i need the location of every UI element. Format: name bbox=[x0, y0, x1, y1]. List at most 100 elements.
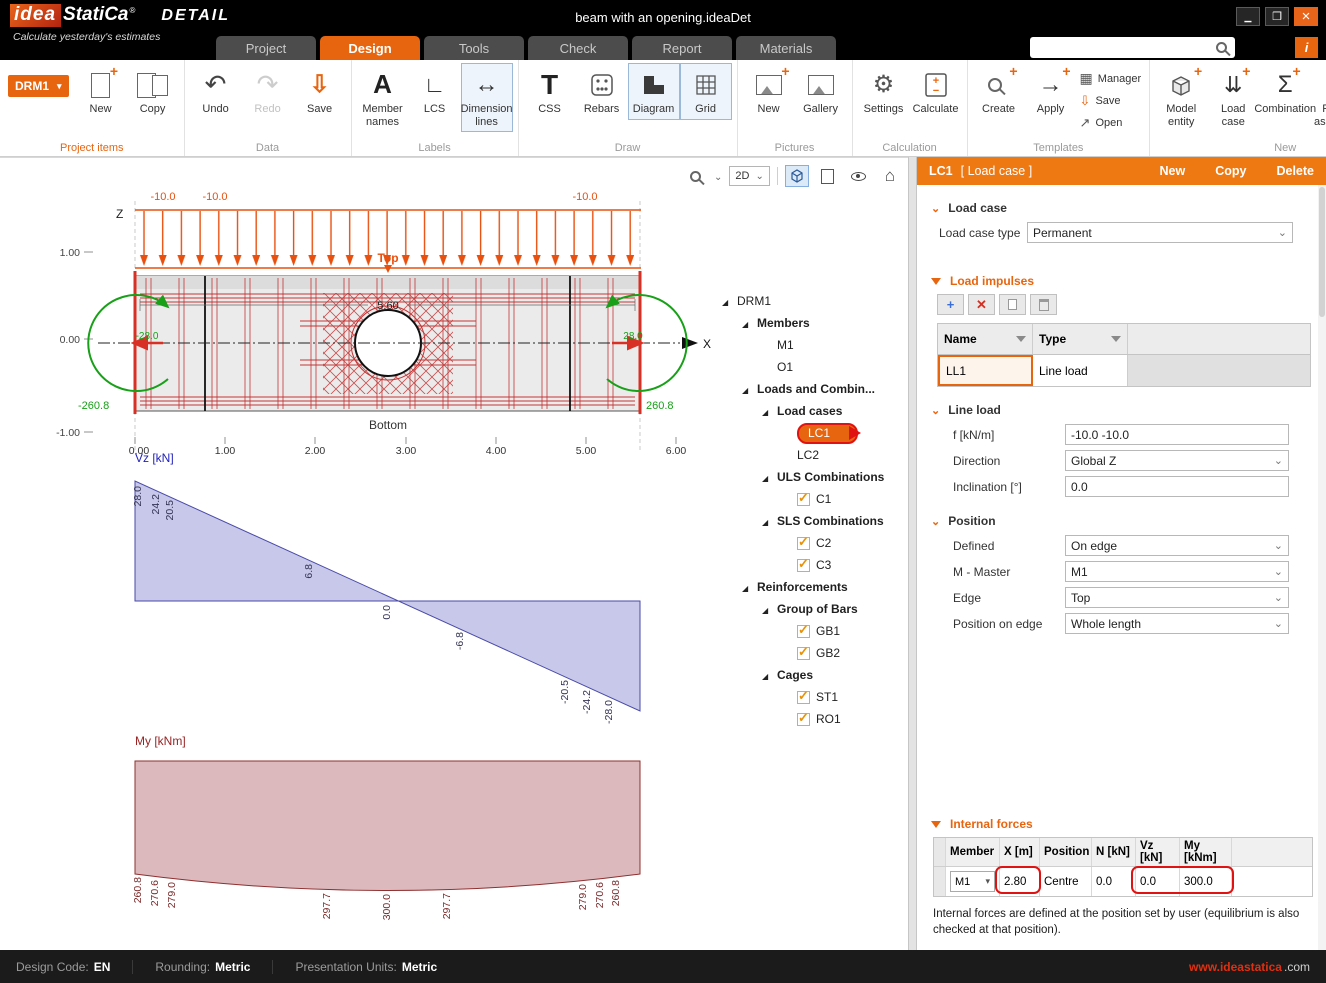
axonometry-view-button[interactable] bbox=[785, 165, 809, 187]
tree-item-gb1[interactable]: GB1 bbox=[722, 620, 884, 642]
apply-template-button[interactable]: Apply bbox=[1025, 63, 1077, 120]
expander-icon[interactable] bbox=[742, 316, 757, 330]
tree-item-cages[interactable]: Cages bbox=[722, 664, 884, 686]
position-on-edge-select[interactable]: Whole length bbox=[1065, 613, 1289, 634]
website-link[interactable]: www.ideastatica .com bbox=[1189, 960, 1310, 974]
tree-item-c2[interactable]: C2 bbox=[722, 532, 884, 554]
checkbox-checked[interactable] bbox=[797, 537, 810, 550]
section-load-case[interactable]: Load case bbox=[931, 201, 1326, 215]
n-force-cell[interactable]: 0.0 bbox=[1092, 867, 1136, 896]
zoom-tool-button[interactable] bbox=[683, 165, 707, 187]
redo-button[interactable]: Redo bbox=[242, 63, 294, 120]
css-button[interactable]: CSS bbox=[524, 63, 576, 120]
info-button[interactable]: i bbox=[1295, 37, 1318, 58]
tree-item-c3[interactable]: C3 bbox=[722, 554, 884, 576]
new-combination-button[interactable]: Combination bbox=[1259, 63, 1311, 120]
settings-button[interactable]: Settings bbox=[858, 63, 910, 120]
canvas-area[interactable]: 1.00 0.00 -1.00 Z -10.0 -10.0 -10.0 bbox=[0, 157, 908, 950]
new-model-entity-button[interactable]: Model entity bbox=[1155, 63, 1207, 132]
filter-icon[interactable] bbox=[1016, 336, 1026, 342]
expander-icon[interactable] bbox=[762, 602, 777, 616]
new-picture-button[interactable]: New bbox=[743, 63, 795, 120]
x-position-cell[interactable]: 2.80 bbox=[1000, 867, 1040, 896]
section-load-impulses[interactable]: Load impulses bbox=[931, 274, 1326, 288]
tree-item-lc1-selected[interactable]: LC1 bbox=[722, 422, 884, 444]
tree-item-st1[interactable]: ST1 bbox=[722, 686, 884, 708]
copy-project-item-button[interactable]: Copy bbox=[127, 63, 179, 120]
load-case-type-select[interactable]: Permanent bbox=[1027, 222, 1293, 243]
edge-select[interactable]: Top bbox=[1065, 587, 1289, 608]
type-column-header[interactable]: Type bbox=[1033, 324, 1128, 354]
dimension-lines-button[interactable]: Dimension lines bbox=[461, 63, 513, 132]
tab-tools[interactable]: Tools bbox=[424, 36, 524, 60]
checkbox-checked[interactable] bbox=[797, 691, 810, 704]
default-view-button[interactable] bbox=[878, 165, 902, 187]
expander-icon[interactable] bbox=[762, 470, 777, 484]
vz-force-cell[interactable]: 0.0 bbox=[1136, 867, 1180, 896]
template-open-button[interactable]: Open bbox=[1077, 113, 1145, 132]
maximize-button[interactable] bbox=[1265, 7, 1289, 26]
panel-splitter[interactable] bbox=[908, 157, 917, 950]
master-select[interactable]: M1 bbox=[1065, 561, 1289, 582]
section-internal-forces[interactable]: Internal forces bbox=[931, 817, 1326, 831]
tab-check[interactable]: Check bbox=[528, 36, 628, 60]
expander-icon[interactable] bbox=[722, 294, 737, 308]
view-mode-select[interactable]: 2D bbox=[729, 166, 769, 186]
search-input[interactable] bbox=[1030, 37, 1216, 58]
minimize-button[interactable] bbox=[1236, 7, 1260, 26]
tree-item-gb2[interactable]: GB2 bbox=[722, 642, 884, 664]
tree-item-members[interactable]: Members bbox=[722, 312, 884, 334]
trash-load-impulse-button[interactable] bbox=[1030, 294, 1057, 315]
delete-load-impulse-button[interactable]: ✕ bbox=[968, 294, 995, 315]
tree-item-ro1[interactable]: RO1 bbox=[722, 708, 884, 730]
close-button[interactable] bbox=[1294, 7, 1318, 26]
tree-item-lc2[interactable]: LC2 bbox=[722, 444, 884, 466]
new-rebar-assembly-button[interactable]: Rebar assembly bbox=[1311, 63, 1326, 132]
panel-delete-button[interactable]: Delete bbox=[1276, 164, 1314, 178]
checkbox-checked[interactable] bbox=[797, 493, 810, 506]
undo-button[interactable]: Undo bbox=[190, 63, 242, 120]
tree-item-loads-and-combinations[interactable]: Loads and Combin... bbox=[722, 378, 884, 400]
template-manager-button[interactable]: Manager bbox=[1077, 69, 1145, 88]
member-select[interactable]: M1 bbox=[950, 871, 995, 892]
load-impulse-name-cell[interactable]: LL1 bbox=[938, 355, 1033, 386]
rebars-button[interactable]: Rebars bbox=[576, 63, 628, 120]
expander-icon[interactable] bbox=[742, 382, 757, 396]
inclination-input[interactable]: 0.0 bbox=[1065, 476, 1289, 497]
tab-materials[interactable]: Materials bbox=[736, 36, 836, 60]
panel-scrollbar[interactable] bbox=[1318, 185, 1326, 950]
template-save-button[interactable]: Save bbox=[1077, 91, 1145, 110]
panel-new-button[interactable]: New bbox=[1160, 164, 1186, 178]
checkbox-checked[interactable] bbox=[797, 647, 810, 660]
table-row[interactable]: LL1 Line load bbox=[938, 355, 1310, 386]
tree-item-sls-combinations[interactable]: SLS Combinations bbox=[722, 510, 884, 532]
create-template-button[interactable]: Create bbox=[973, 63, 1025, 120]
expander-icon[interactable] bbox=[762, 514, 777, 528]
grid-button[interactable]: Grid bbox=[680, 63, 732, 120]
defined-select[interactable]: On edge bbox=[1065, 535, 1289, 556]
tree-item-group-of-bars[interactable]: Group of Bars bbox=[722, 598, 884, 620]
checkbox-checked[interactable] bbox=[797, 713, 810, 726]
tab-project[interactable]: Project bbox=[216, 36, 316, 60]
tree-item-load-cases[interactable]: Load cases bbox=[722, 400, 884, 422]
project-item-selector[interactable]: DRM1 bbox=[8, 75, 69, 97]
add-load-impulse-button[interactable]: + bbox=[937, 294, 964, 315]
tree-item-uls-combinations[interactable]: ULS Combinations bbox=[722, 466, 884, 488]
scrollbar-thumb[interactable] bbox=[1319, 187, 1325, 317]
views-manager-button[interactable] bbox=[816, 165, 840, 187]
position-cell[interactable]: Centre bbox=[1040, 867, 1092, 896]
tab-report[interactable]: Report bbox=[632, 36, 732, 60]
tree-item-m1[interactable]: M1 bbox=[722, 334, 884, 356]
name-column-header[interactable]: Name bbox=[938, 324, 1033, 354]
section-line-load[interactable]: Line load bbox=[931, 403, 1326, 417]
calculate-button[interactable]: +− Calculate bbox=[910, 63, 962, 120]
tree-item-drm1[interactable]: DRM1 bbox=[722, 290, 884, 312]
zoom-options-dropdown[interactable] bbox=[714, 167, 722, 185]
diagram-button[interactable]: Diagram bbox=[628, 63, 680, 120]
expander-icon[interactable] bbox=[742, 580, 757, 594]
tree-item-o1[interactable]: O1 bbox=[722, 356, 884, 378]
direction-select[interactable]: Global Z bbox=[1065, 450, 1289, 471]
my-moment-cell[interactable]: 300.0 bbox=[1180, 867, 1232, 896]
tab-design[interactable]: Design bbox=[320, 36, 420, 60]
new-load-case-button[interactable]: Load case bbox=[1207, 63, 1259, 132]
